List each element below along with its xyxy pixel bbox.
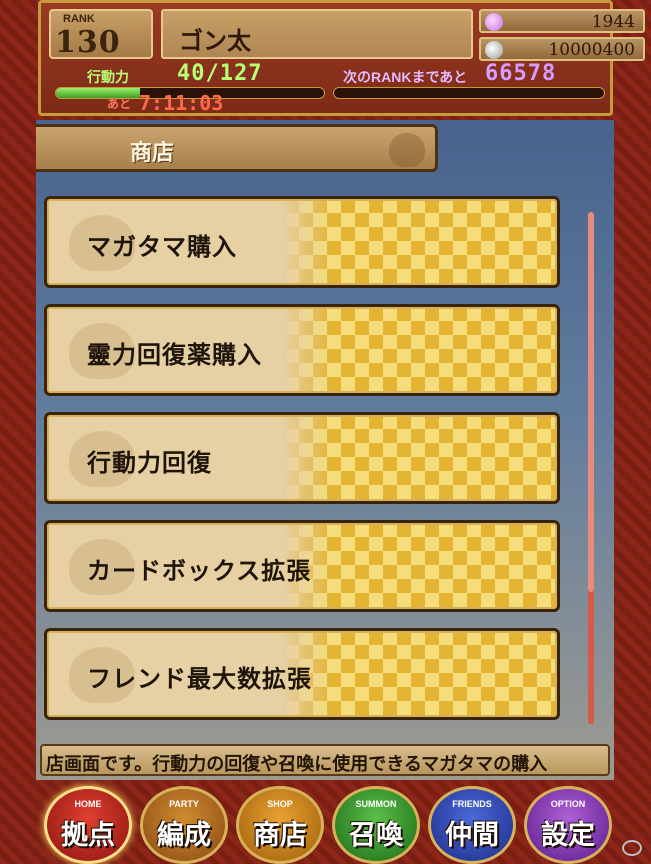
nav-friends-button[interactable]: FRIENDS 仲間 — [428, 786, 516, 864]
menu-item-restore-stamina[interactable]: 行動力回復 — [44, 412, 560, 504]
player-name-box: ゴン太 — [161, 9, 473, 59]
nav-option-label: 設定 — [541, 820, 595, 851]
nav-option-button[interactable]: OPTION 設定 — [524, 786, 612, 864]
nav-summon-label: 召喚 — [349, 820, 403, 851]
nav-party-en: PARTY — [169, 799, 199, 809]
nav-friends-en: FRIENDS — [452, 799, 492, 809]
watermark-logo-icon — [622, 840, 642, 856]
page-title-bar: 商店 — [36, 124, 438, 172]
menu-item-label: カードボックス拡張 — [87, 556, 312, 585]
nav-option-en: OPTION — [550, 799, 586, 809]
crest-icon — [389, 133, 425, 167]
nav-shop-button[interactable]: SHOP 商店 — [236, 786, 324, 864]
nav-shop-label: 商店 — [253, 820, 307, 851]
menu-item-buy-magatama[interactable]: マガタマ購入 — [44, 196, 560, 288]
ticker-text: 店画面です。行動力の回復や召喚に使用できるマガタマの購入 — [46, 754, 548, 775]
nav-party-label: 編成 — [157, 820, 211, 851]
menu-item-label: マガタマ購入 — [87, 232, 237, 261]
timer-prefix: あと — [107, 97, 132, 111]
menu-item-label: 行動力回復 — [87, 448, 212, 477]
nav-summon-button[interactable]: SUMMON 召喚 — [332, 786, 420, 864]
coin-count: 10000400 — [548, 40, 635, 60]
menu-item-expand-friends[interactable]: フレンド最大数拡張 — [44, 628, 560, 720]
help-ticker: 店画面です。行動力の回復や召喚に使用できるマガタマの購入 — [40, 744, 610, 776]
nav-home-button[interactable]: HOME 拠点 — [44, 786, 132, 864]
rank-value: 130 — [55, 25, 121, 60]
menu-item-expand-card-box[interactable]: カードボックス拡張 — [44, 520, 560, 612]
status-header: RANK 130 ゴン太 1944 10000400 行動力 40/127 あと… — [38, 0, 645, 116]
magatama-icon — [485, 13, 503, 31]
nav-summon-en: SUMMON — [355, 799, 397, 809]
nav-party-button[interactable]: PARTY 編成 — [140, 786, 228, 864]
coin-icon — [485, 41, 503, 59]
player-name: ゴン太 — [179, 26, 251, 55]
menu-item-label: フレンド最大数拡張 — [87, 664, 312, 693]
nav-friends-label: 仲間 — [445, 820, 499, 851]
scrollbar-thumb[interactable] — [588, 212, 594, 592]
magatama-count: 1944 — [591, 12, 635, 32]
rank-box: RANK 130 — [49, 9, 153, 60]
menu-item-buy-spirit-potion[interactable]: 靈力回復薬購入 — [44, 304, 560, 396]
nav-shop-en: SHOP — [267, 799, 293, 809]
menu-item-label: 靈力回復薬購入 — [87, 340, 262, 369]
nav-home-label: 拠点 — [61, 820, 115, 851]
stamina-label: 行動力 — [87, 69, 129, 85]
magatama-counter: 1944 — [479, 9, 645, 33]
exp-bar — [333, 87, 605, 99]
stamina-value: 40/127 — [177, 61, 263, 86]
scrollbar[interactable] — [588, 212, 594, 724]
next-rank-value: 66578 — [485, 61, 557, 86]
page-title: 商店 — [130, 140, 175, 166]
shop-panel: 商店 マガタマ購入 靈力回復薬購入 行動力回復 カードボックス拡張 フレンド最大… — [36, 120, 614, 780]
coin-counter: 10000400 — [479, 37, 645, 61]
stamina-timer: 7:11:03 — [139, 91, 224, 115]
nav-home-en: HOME — [74, 799, 102, 809]
bottom-nav: HOME 拠点 PARTY 編成 SHOP 商店 SUMMON 召喚 FRIEN… — [38, 782, 613, 864]
next-rank-label: 次のRANKまであと — [343, 69, 468, 85]
rank-label: RANK — [63, 13, 95, 25]
